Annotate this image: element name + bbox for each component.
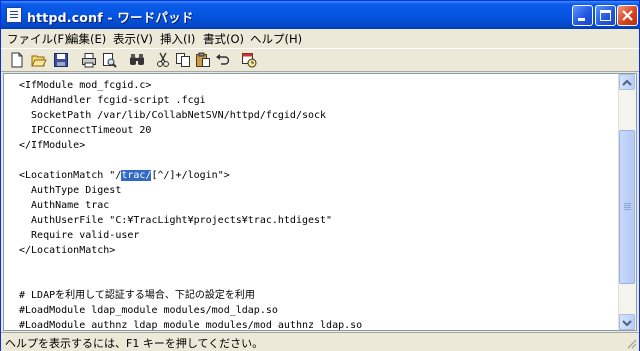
undo-icon[interactable]: [215, 52, 231, 68]
arrow-up-icon: [622, 79, 632, 86]
text-line: # LDAPを利用して認証する場合、下記の設定を利用: [19, 290, 255, 301]
text-line: [19, 153, 362, 168]
text-line: SocketPath /var/lib/CollabNetSVN/httpd/f…: [19, 110, 327, 121]
text-line: #LoadModule ldap_module modules/mod_ldap…: [19, 305, 278, 316]
text-line: #LoadModule authnz_ldap_module modules/m…: [19, 320, 363, 331]
location-match-line: <LocationMatch "/trac/[^/]+/login">: [19, 168, 362, 183]
text-line: AuthType Digest: [19, 185, 122, 196]
text-segment: [^/]+/login">: [151, 170, 230, 181]
cut-icon[interactable]: [155, 52, 171, 68]
menu-file[interactable]: ファイル(F): [7, 31, 69, 47]
wordpad-window: httpd.conf - ワードパッド ファイル(F) 編集(E) 表示(V) …: [0, 0, 640, 351]
text-line: IPCConnectTimeout 20: [19, 125, 152, 136]
resize-grip-icon[interactable]: [625, 337, 637, 349]
window-title: httpd.conf - ワードパッド: [27, 10, 194, 25]
menu-view[interactable]: 表示(V): [113, 31, 153, 47]
vertical-scrollbar[interactable]: [618, 74, 636, 330]
menu-edit[interactable]: 編集(E): [67, 31, 106, 47]
status-bar: ヘルプを表示するには、F1 キーを押してください。: [1, 332, 639, 351]
text-line: AuthUserFile "C:¥TracLight¥projects¥trac…: [19, 215, 333, 226]
scroll-down-button[interactable]: [619, 314, 635, 330]
status-text: ヘルプを表示するには、F1 キーを押してください。: [5, 337, 264, 350]
menu-bar: ファイル(F) 編集(E) 表示(V) 挿入(I) 書式(O) ヘルプ(H): [1, 29, 639, 48]
text-line: [19, 258, 362, 273]
copy-icon[interactable]: [175, 52, 191, 68]
find-icon[interactable]: [129, 52, 145, 68]
menu-format[interactable]: 書式(O): [203, 31, 244, 47]
datetime-icon[interactable]: [241, 52, 257, 68]
text-line: AddHandler fcgid-script .fcgi: [19, 95, 206, 106]
minimize-icon: [578, 18, 585, 21]
text-line: </IfModule>: [19, 140, 86, 151]
print-preview-icon[interactable]: [101, 52, 117, 68]
print-icon[interactable]: [81, 52, 97, 68]
wordpad-app-icon[interactable]: [6, 7, 22, 23]
text-line: AuthName trac: [19, 200, 110, 211]
menu-insert[interactable]: 挿入(I): [160, 31, 195, 47]
toolbar: [1, 48, 639, 72]
menu-help[interactable]: ヘルプ(H): [250, 31, 302, 47]
open-icon[interactable]: [31, 52, 47, 68]
text-line: </LocationMatch>: [19, 245, 116, 256]
selected-text[interactable]: trac/: [121, 170, 152, 181]
text-line: <IfModule mod_fcgid.c>: [19, 80, 152, 91]
title-bar[interactable]: httpd.conf - ワードパッド: [1, 1, 639, 29]
scroll-up-button[interactable]: [619, 74, 635, 90]
text-line: [19, 273, 362, 288]
paste-icon[interactable]: [195, 52, 211, 68]
maximize-icon: [600, 10, 611, 21]
new-icon[interactable]: [9, 52, 25, 68]
maximize-button[interactable]: [595, 5, 616, 26]
arrow-down-icon: [622, 320, 632, 327]
scrollbar-thumb[interactable]: [619, 130, 635, 284]
document-text[interactable]: <IfModule mod_fcgid.c> AddHandler fcgid-…: [19, 78, 363, 331]
close-button[interactable]: [617, 5, 638, 26]
text-line: Require valid-user: [19, 230, 140, 241]
text-segment: <LocationMatch "/: [19, 170, 122, 181]
minimize-button[interactable]: [572, 5, 593, 26]
close-icon: [622, 10, 633, 21]
save-icon[interactable]: [53, 52, 69, 68]
document-area[interactable]: <IfModule mod_fcgid.c> AddHandler fcgid-…: [3, 73, 637, 331]
